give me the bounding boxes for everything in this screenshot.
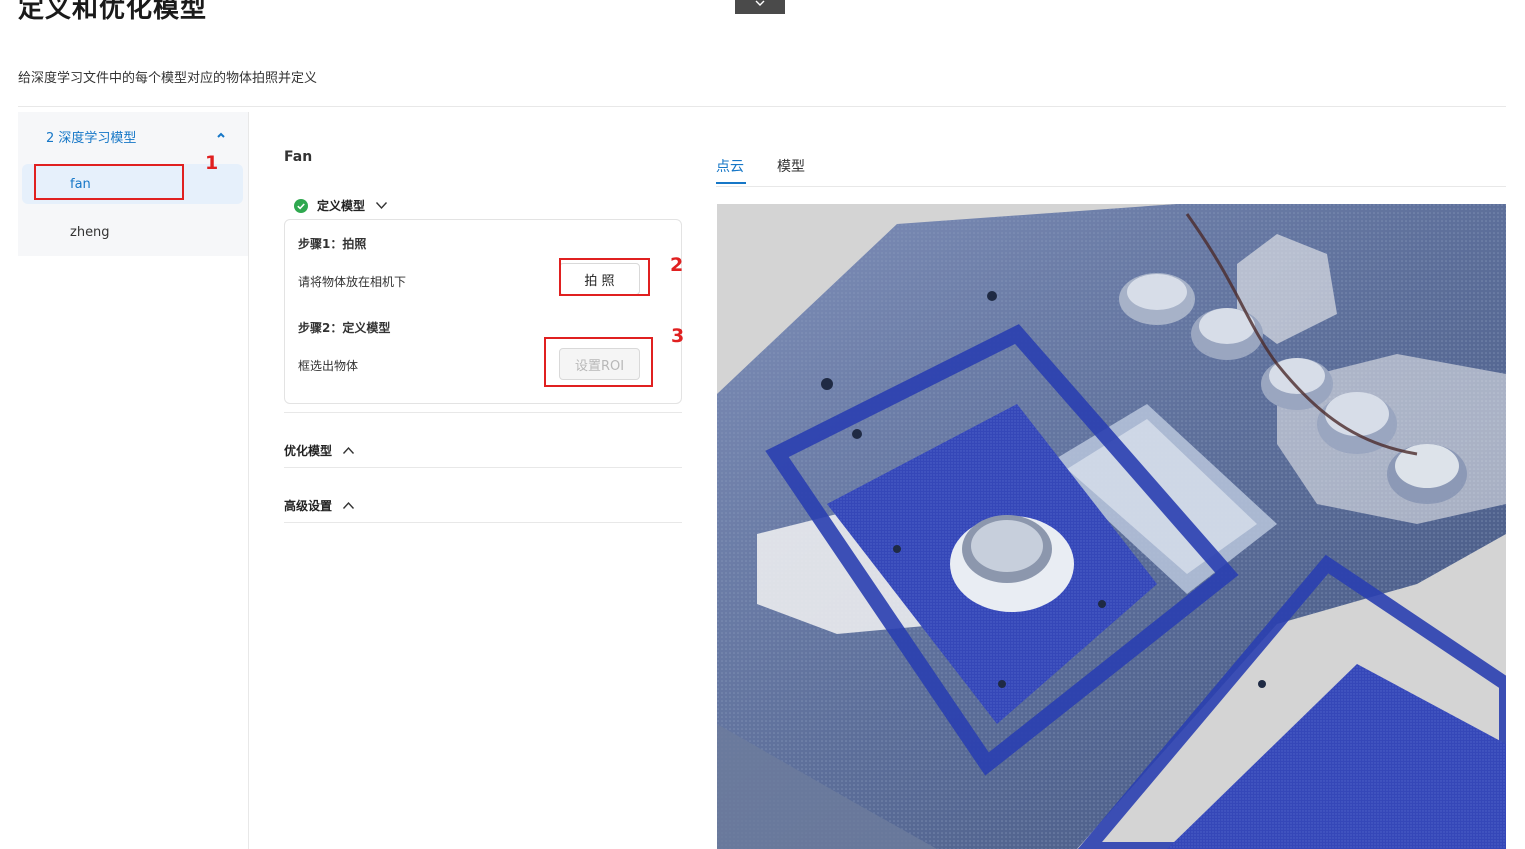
- annotation-box-2: [559, 258, 650, 296]
- panel-divider: [248, 112, 249, 849]
- define-optimize-model-page: 定义和优化模型 给深度学习文件中的每个模型对应的物体拍照并定义 2 深度学习模型…: [0, 0, 1525, 849]
- annotation-number-3: 3: [671, 325, 685, 347]
- annotation-box-3: [544, 337, 653, 387]
- step1-instruction: 请将物体放在相机下: [298, 275, 407, 289]
- collapse-handle[interactable]: [735, 0, 785, 14]
- check-circle-icon: [294, 198, 308, 213]
- divider: [284, 412, 682, 413]
- step2-instruction: 框选出物体: [298, 359, 359, 373]
- active-tab-indicator: [716, 182, 746, 184]
- page-title: 定义和优化模型: [18, 0, 208, 24]
- advanced-settings-section-toggle[interactable]: 高级设置: [284, 497, 355, 514]
- tab-model[interactable]: 模型: [777, 156, 805, 176]
- divider: [284, 522, 682, 523]
- model-title: Fan: [284, 149, 313, 165]
- annotation-number-2: 2: [670, 254, 684, 276]
- optimize-model-label: 优化模型: [284, 444, 333, 458]
- divider: [284, 467, 682, 468]
- chevron-up-icon: [217, 132, 225, 138]
- sidebar-group-label: 2 深度学习模型: [46, 130, 137, 146]
- sidebar-group-deep-learning-models[interactable]: 2 深度学习模型: [18, 122, 248, 150]
- chevron-up-icon: [342, 501, 355, 509]
- divider: [716, 186, 1506, 187]
- point-cloud-viewport[interactable]: [717, 204, 1506, 849]
- step1-title: 步骤1：拍照: [298, 237, 367, 251]
- point-cloud-render: [717, 204, 1506, 849]
- define-model-label: 定义模型: [317, 199, 366, 213]
- chevron-up-icon: [342, 446, 355, 454]
- tab-point-cloud[interactable]: 点云: [716, 156, 744, 176]
- divider: [18, 106, 1506, 107]
- optimize-model-section-toggle[interactable]: 优化模型: [284, 442, 355, 459]
- advanced-settings-label: 高级设置: [284, 499, 333, 513]
- chevron-down-icon: [755, 0, 765, 6]
- define-model-section-toggle[interactable]: 定义模型: [284, 197, 388, 214]
- page-description: 给深度学习文件中的每个模型对应的物体拍照并定义: [18, 71, 318, 86]
- annotation-number-1: 1: [205, 152, 219, 174]
- annotation-box-1: [34, 164, 184, 200]
- step2-title: 步骤2：定义模型: [298, 321, 391, 335]
- sidebar-item-label: zheng: [70, 224, 110, 240]
- chevron-down-icon: [375, 202, 388, 210]
- sidebar-item-zheng[interactable]: zheng: [22, 212, 243, 252]
